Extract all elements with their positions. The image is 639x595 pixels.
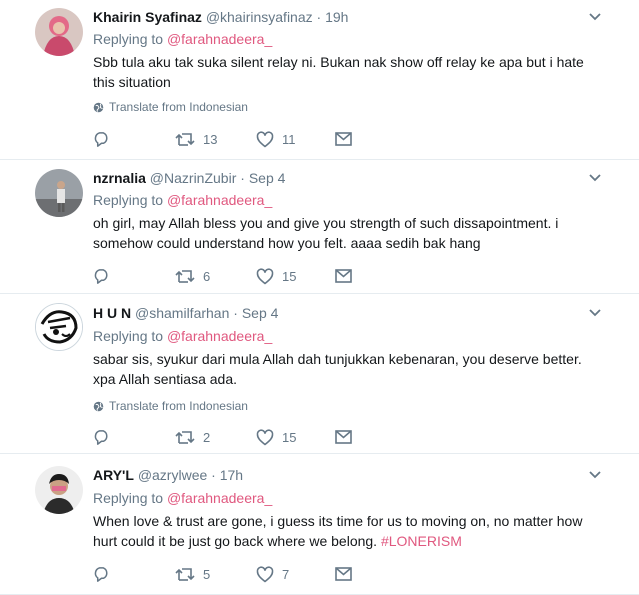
- like-count: 15: [282, 429, 297, 445]
- replying-to-line: Replying to @farahnadeera_: [93, 327, 272, 345]
- message-icon: [335, 269, 352, 283]
- avatar[interactable]: [35, 169, 83, 217]
- message-icon: [335, 567, 352, 581]
- like-icon: [256, 130, 274, 147]
- avatar[interactable]: [35, 303, 83, 351]
- reply-button[interactable]: [93, 427, 118, 447]
- retweet-count: 2: [203, 429, 211, 445]
- retweet-count: 5: [203, 566, 211, 582]
- display-name[interactable]: H U N: [93, 305, 131, 321]
- like-count: 11: [282, 131, 296, 147]
- message-icon: [335, 430, 352, 444]
- hashtag-link[interactable]: #LONERISM: [381, 533, 462, 549]
- separator: ·: [211, 467, 216, 483]
- message-button[interactable]: [335, 564, 352, 584]
- reply-icon: [94, 268, 108, 284]
- replying-prefix: Replying to: [93, 31, 167, 47]
- user-handle[interactable]: @shamilfarhan: [135, 305, 229, 321]
- like-count: 7: [282, 566, 290, 582]
- separator: ·: [240, 170, 245, 186]
- message-button[interactable]: [335, 266, 352, 286]
- display-name[interactable]: Khairin Syafinaz: [93, 9, 202, 25]
- separator: ·: [233, 305, 238, 321]
- user-handle[interactable]: @khairinsyafinaz: [206, 9, 313, 25]
- reply-icon: [94, 429, 108, 445]
- like-button[interactable]: 7: [256, 564, 289, 584]
- chevron-down-icon[interactable]: [588, 10, 602, 24]
- chevron-down-icon[interactable]: [588, 171, 602, 185]
- retweet-icon: [175, 269, 195, 283]
- user-handle[interactable]: @azrylwee: [138, 467, 207, 483]
- tweet-text: sabar sis, syukur dari mula Allah dah tu…: [93, 351, 582, 387]
- mention-link[interactable]: @farahnadeera_: [167, 490, 272, 506]
- reply-button[interactable]: [93, 564, 118, 584]
- timestamp[interactable]: 17h: [220, 467, 243, 483]
- avatar[interactable]: [35, 466, 83, 514]
- like-icon: [256, 428, 274, 445]
- reply-icon: [94, 566, 108, 582]
- translate-label[interactable]: Translate from Indonesian: [109, 99, 248, 115]
- globe-icon: [93, 401, 104, 411]
- message-button[interactable]: [335, 427, 352, 447]
- like-icon: [256, 267, 274, 284]
- retweet-count: 13: [203, 131, 218, 147]
- separator: ·: [316, 9, 322, 25]
- display-name[interactable]: nzrnalia: [93, 170, 146, 186]
- replying-prefix: Replying to: [93, 192, 167, 208]
- retweet-icon: [175, 132, 195, 146]
- display-name[interactable]: ARY'L: [93, 467, 134, 483]
- like-count: 15: [282, 268, 297, 284]
- tweet[interactable]: ARY'L @azrylwee · 17h Replying to @farah…: [0, 454, 639, 595]
- retweet-count: 6: [203, 268, 211, 284]
- like-button[interactable]: 15: [256, 266, 296, 286]
- replying-to-line: Replying to @farahnadeera_: [93, 489, 272, 507]
- retweet-button[interactable]: 2: [175, 427, 210, 447]
- mention-link[interactable]: @farahnadeera_: [167, 192, 272, 208]
- replying-to-line: Replying to @farahnadeera_: [93, 30, 272, 48]
- tweet[interactable]: H U N @shamilfarhan · Sep 4 Replying to …: [0, 294, 639, 454]
- replying-prefix: Replying to: [93, 328, 167, 344]
- tweet-text: Sbb tula aku tak suka silent relay ni. B…: [93, 54, 584, 90]
- timestamp[interactable]: Sep 4: [249, 170, 286, 186]
- retweet-button[interactable]: 13: [175, 129, 217, 149]
- reply-button[interactable]: [93, 129, 118, 149]
- tweet-text: When love & trust are gone, i guess its …: [93, 511, 608, 551]
- retweet-icon: [175, 430, 195, 444]
- timestamp[interactable]: Sep 4: [242, 305, 279, 321]
- like-button[interactable]: 11: [256, 129, 296, 149]
- globe-icon: [93, 102, 104, 112]
- mention-link[interactable]: @farahnadeera_: [167, 328, 272, 344]
- avatar[interactable]: [35, 8, 83, 56]
- retweet-icon: [175, 567, 195, 581]
- message-button[interactable]: [335, 129, 352, 149]
- tweet-text: oh girl, may Allah bless you and give yo…: [93, 215, 559, 251]
- replying-to-line: Replying to @farahnadeera_: [93, 191, 272, 209]
- tweet[interactable]: nzrnalia @NazrinZubir · Sep 4 Replying t…: [0, 160, 639, 294]
- translate-label[interactable]: Translate from Indonesian: [109, 398, 248, 414]
- tweet-text-body: When love & trust are gone, i guess its …: [93, 513, 583, 549]
- timestamp[interactable]: 19h: [325, 9, 348, 25]
- mention-link[interactable]: @farahnadeera_: [167, 31, 272, 47]
- chevron-down-icon[interactable]: [588, 306, 602, 320]
- user-handle[interactable]: @NazrinZubir: [150, 170, 237, 186]
- reply-icon: [94, 131, 108, 147]
- message-icon: [335, 132, 352, 146]
- like-button[interactable]: 15: [256, 427, 296, 447]
- translate-link[interactable]: Translate from Indonesian: [93, 99, 248, 115]
- reply-button[interactable]: [93, 266, 118, 286]
- tweet[interactable]: Khairin Syafinaz @khairinsyafinaz · 19h …: [0, 0, 639, 160]
- retweet-button[interactable]: 5: [175, 564, 210, 584]
- retweet-button[interactable]: 6: [175, 266, 210, 286]
- replying-prefix: Replying to: [93, 490, 167, 506]
- like-icon: [256, 565, 274, 582]
- chevron-down-icon[interactable]: [588, 468, 602, 482]
- translate-link[interactable]: Translate from Indonesian: [93, 398, 248, 414]
